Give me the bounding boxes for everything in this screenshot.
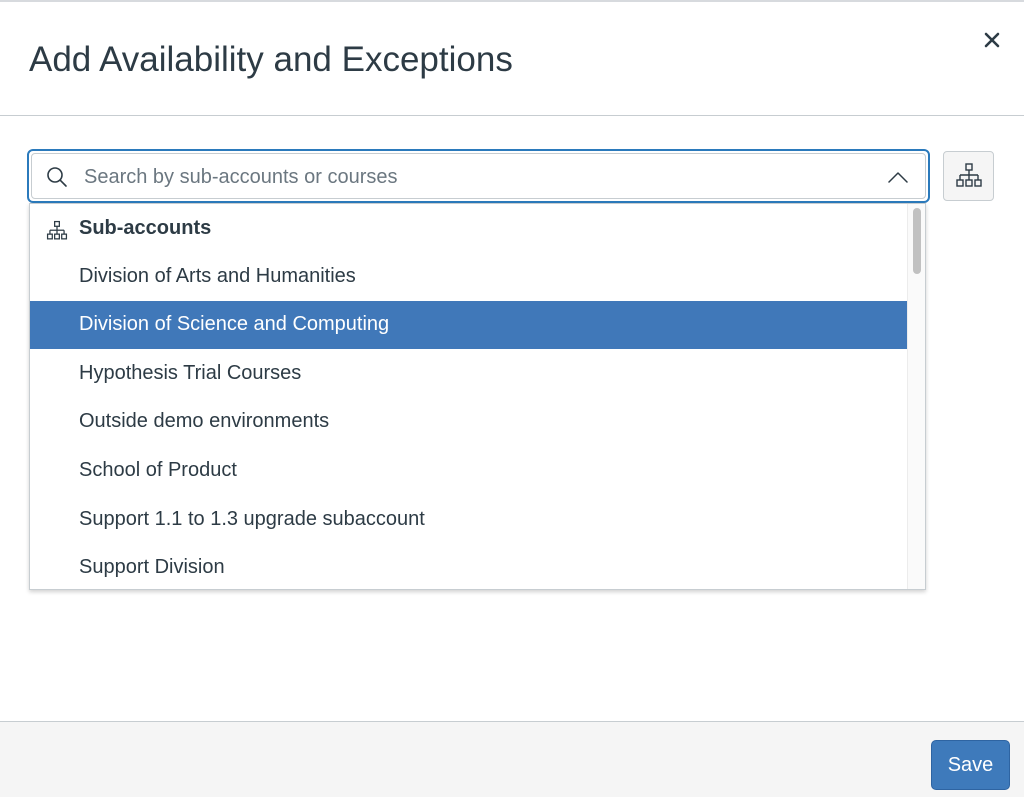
close-icon[interactable] — [984, 32, 1000, 48]
search-combobox[interactable] — [27, 149, 930, 203]
results-list: Sub-accounts Division of Arts and Humani… — [30, 204, 907, 589]
option-label: Division of Arts and Humanities — [79, 265, 356, 287]
option-label: Support Division — [79, 556, 225, 578]
add-availability-modal: Add Availability and Exceptions Search b… — [0, 0, 1024, 797]
option-division-of-science-and-computing[interactable]: Division of Science and Computing — [30, 301, 907, 349]
save-button[interactable]: Save — [931, 740, 1010, 790]
modal-header: Add Availability and Exceptions — [0, 2, 1024, 116]
modal-footer: Save — [0, 721, 1024, 797]
search-field-box[interactable] — [31, 153, 926, 199]
option-hypothesis-trial-courses[interactable]: Hypothesis Trial Courses — [30, 350, 907, 398]
option-support-division[interactable]: Support Division — [30, 544, 907, 589]
search-results-listbox[interactable]: Sub-accounts Division of Arts and Humani… — [29, 203, 926, 590]
modal-title: Add Availability and Exceptions — [29, 40, 513, 79]
scrollbar-thumb[interactable] — [913, 208, 921, 274]
option-division-of-arts-and-humanities[interactable]: Division of Arts and Humanities — [30, 253, 907, 301]
option-support-upgrade-subaccount[interactable]: Support 1.1 to 1.3 upgrade subaccount — [30, 496, 907, 544]
browse-hierarchy-button[interactable] — [943, 151, 994, 201]
search-icon — [47, 167, 67, 187]
hierarchy-icon — [955, 163, 982, 187]
close-button[interactable] — [978, 26, 1006, 54]
option-label: Hypothesis Trial Courses — [79, 362, 302, 384]
listbox-scrollbar[interactable] — [907, 204, 925, 589]
option-label: Outside demo environments — [79, 410, 330, 432]
option-label: School of Product — [79, 459, 237, 481]
option-school-of-product[interactable]: School of Product — [30, 447, 907, 495]
group-label: Sub-accounts — [79, 217, 212, 239]
chevron-up-icon[interactable] — [887, 167, 909, 187]
option-label: Division of Science and Computing — [79, 313, 390, 335]
group-header-sub-accounts: Sub-accounts — [30, 205, 907, 253]
search-input[interactable] — [84, 162, 864, 192]
option-outside-demo-environments[interactable]: Outside demo environments — [30, 398, 907, 446]
hierarchy-icon — [46, 220, 68, 240]
option-label: Support 1.1 to 1.3 upgrade subaccount — [79, 508, 425, 530]
